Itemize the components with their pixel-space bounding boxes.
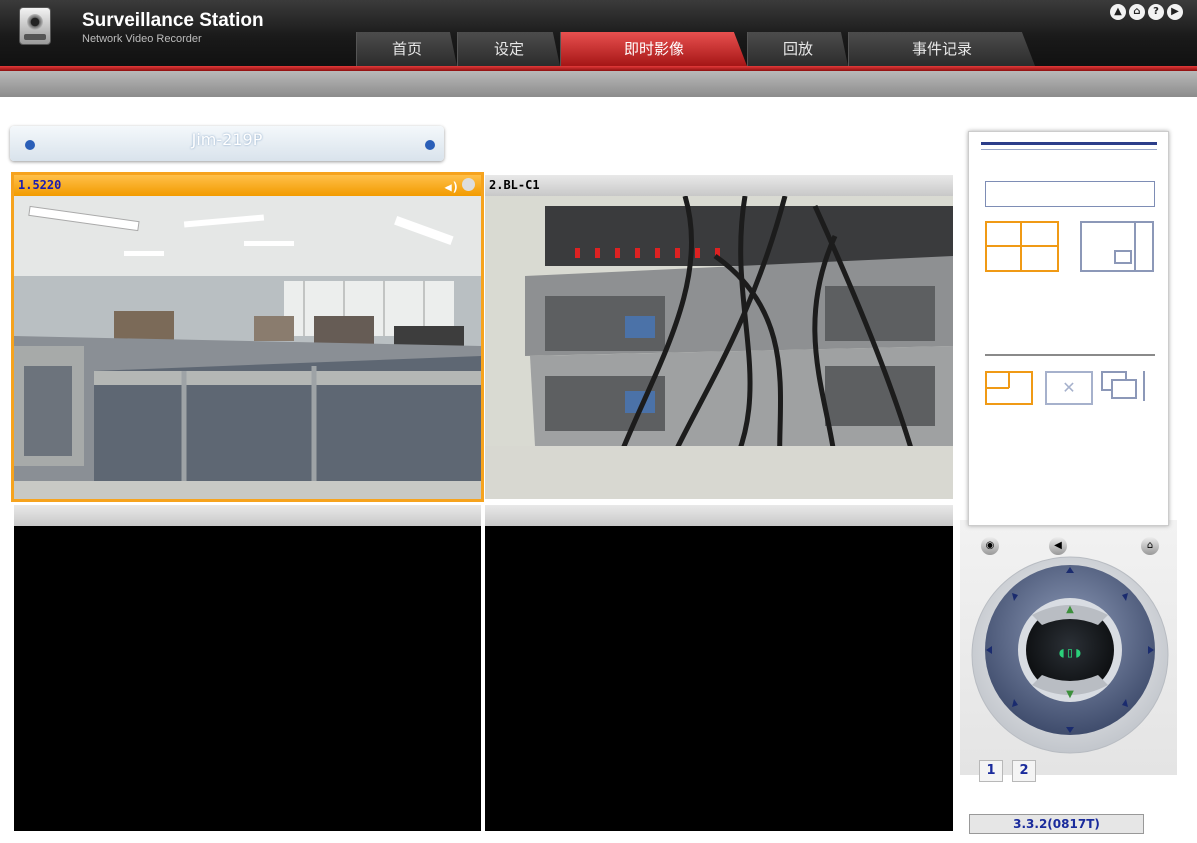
camera-select-box[interactable]	[985, 181, 1155, 207]
header-bar: Surveillance Station Network Video Recor…	[0, 0, 1197, 66]
camera-2-label: 2.BL-C1	[489, 178, 540, 192]
app-title: Surveillance Station	[82, 10, 264, 31]
camera-cell-3[interactable]	[14, 505, 481, 831]
panel-handle-line	[981, 142, 1157, 145]
page-2-button[interactable]: 2	[1012, 760, 1036, 782]
ptz-home-icon[interactable]: ⌂	[1141, 537, 1159, 555]
svg-text:▼: ▼	[1066, 689, 1074, 700]
app-subtitle: Network Video Recorder	[82, 33, 202, 45]
up-icon[interactable]: ▲	[1110, 4, 1126, 20]
ptz-dial[interactable]: ◖▯◗ ▲ ▼	[970, 555, 1170, 765]
svg-text:▲: ▲	[1066, 604, 1074, 615]
camera-label: 2.BL-C1	[485, 175, 953, 196]
camera-cell-1[interactable]: 1.5220 ◀)	[11, 172, 484, 502]
server-scene	[485, 196, 953, 499]
camera-cell-2[interactable]: 2.BL-C1	[485, 175, 953, 499]
camera-feed-empty	[485, 526, 953, 831]
camera-feed-server	[485, 196, 953, 499]
tab-playback[interactable]: 回放	[747, 32, 848, 66]
camera-cell-4[interactable]	[485, 505, 953, 831]
cascade-icon[interactable]	[1101, 371, 1155, 401]
host-name: Jim-219P	[191, 130, 263, 149]
sub-bar	[0, 71, 1197, 97]
panel-handle-line	[981, 149, 1157, 150]
layout-single-icon[interactable]	[1080, 221, 1154, 272]
layout-panel: ✕	[968, 131, 1169, 526]
resize-icon[interactable]	[985, 371, 1033, 405]
version-badge: 3.3.2(0817T)	[969, 814, 1144, 834]
host-selector[interactable]: Jim-219P	[10, 126, 444, 161]
tab-live-view[interactable]: 即时影像	[560, 32, 747, 66]
audio-icon[interactable]: ◀	[1049, 537, 1067, 555]
page-1-button[interactable]: 1	[979, 760, 1003, 782]
home-icon[interactable]: ⌂	[1129, 4, 1145, 20]
panel-divider	[985, 354, 1155, 356]
logout-icon[interactable]: ▶	[1167, 4, 1183, 20]
speaker-icon[interactable]: ◀)	[445, 177, 459, 198]
camera-logo-icon	[19, 7, 51, 45]
camera-feed-office	[14, 196, 481, 499]
tab-event-log[interactable]: 事件记录	[848, 32, 1035, 66]
camera-feed-empty	[14, 526, 481, 831]
svg-text:◖▯◗: ◖▯◗	[1057, 645, 1082, 661]
layout-2x2-icon[interactable]	[985, 221, 1059, 272]
user-icon[interactable]	[462, 178, 475, 191]
tab-home[interactable]: 首页	[356, 32, 457, 66]
camera-label	[14, 505, 481, 526]
help-icon[interactable]: ?	[1148, 4, 1164, 20]
office-scene	[14, 196, 481, 499]
tab-settings[interactable]: 设定	[457, 32, 560, 66]
camera-1-label: 1.5220	[18, 178, 62, 192]
snapshot-icon[interactable]: ◉	[981, 537, 999, 555]
camera-label: 1.5220 ◀)	[14, 175, 481, 196]
next-host-dot[interactable]	[425, 140, 435, 150]
camera-label	[485, 505, 953, 526]
fullscreen-icon[interactable]: ✕	[1045, 371, 1093, 405]
